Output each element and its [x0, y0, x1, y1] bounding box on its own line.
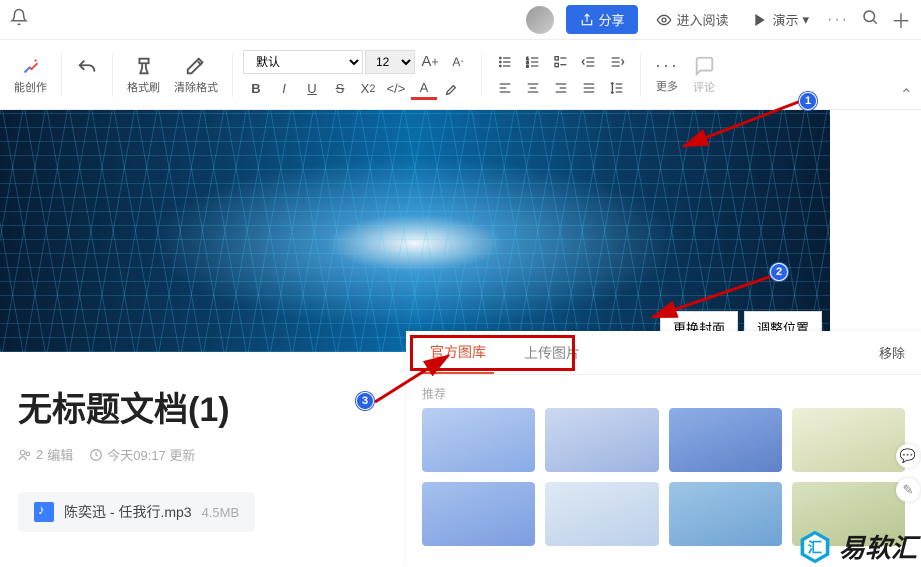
present-label: 演示	[772, 10, 798, 29]
numbered-list-button[interactable]: 123	[520, 51, 546, 73]
divider	[61, 53, 62, 97]
bell-icon[interactable]	[10, 8, 28, 31]
superscript-button[interactable]: X2	[355, 78, 381, 100]
gallery-thumb[interactable]	[669, 482, 782, 546]
float-comment-icon[interactable]: 💬	[896, 444, 920, 468]
gallery-thumb[interactable]	[545, 408, 658, 472]
plus-icon[interactable]: ＋	[891, 5, 911, 34]
annotation-red-box	[410, 335, 575, 371]
font-family-select[interactable]: 默认	[243, 50, 363, 74]
watermark: 汇 易软汇	[797, 528, 917, 565]
increase-font-button[interactable]: A+	[417, 51, 443, 73]
font-color-button[interactable]: A	[411, 78, 437, 100]
align-center-button[interactable]	[520, 77, 546, 99]
clear-format-label: 清除格式	[174, 79, 218, 95]
clear-format-button[interactable]: 清除格式	[170, 55, 222, 95]
attachment-size: 4.5MB	[202, 505, 240, 520]
attachment-card[interactable]: 陈奕迅 - 任我行.mp3 4.5MB	[18, 492, 255, 532]
indent-button[interactable]	[604, 51, 630, 73]
align-justify-button[interactable]	[576, 77, 602, 99]
divider	[232, 53, 233, 97]
format-painter-label: 格式刷	[127, 79, 160, 95]
enter-reading-button[interactable]: 进入阅读	[650, 6, 734, 33]
gallery-thumb[interactable]	[669, 408, 782, 472]
share-button[interactable]: 分享	[566, 5, 638, 34]
enter-reading-label: 进入阅读	[676, 10, 728, 29]
top-bar: 分享 进入阅读 演示 ▾ ··· ＋	[0, 0, 921, 40]
avatar[interactable]	[526, 6, 554, 34]
watermark-icon: 汇	[797, 529, 833, 565]
more-menu-icon[interactable]: ···	[827, 11, 849, 29]
code-button[interactable]: </>	[383, 78, 409, 100]
undo-button[interactable]	[72, 57, 102, 93]
updated-time: 今天09:17 更新	[89, 445, 195, 464]
present-button[interactable]: 演示 ▾	[746, 6, 815, 33]
float-edit-icon[interactable]: ✎	[896, 478, 920, 502]
annotation-badge-2: 2	[770, 263, 788, 281]
align-right-button[interactable]	[548, 77, 574, 99]
decrease-font-button[interactable]: A-	[445, 51, 471, 73]
thumbnail-grid	[406, 408, 921, 546]
remove-cover-link[interactable]: 移除	[879, 343, 905, 362]
search-icon[interactable]	[861, 8, 879, 31]
collapse-toolbar-icon[interactable]: ⌃	[900, 85, 913, 105]
highlight-button[interactable]	[439, 78, 465, 100]
share-label: 分享	[598, 10, 624, 29]
format-painter-button[interactable]: 格式刷	[123, 55, 164, 95]
underline-button[interactable]: U	[299, 78, 325, 100]
italic-button[interactable]: I	[271, 78, 297, 100]
line-height-button[interactable]	[604, 77, 630, 99]
chevron-down-icon: ▾	[802, 12, 809, 28]
gallery-thumb[interactable]	[545, 482, 658, 546]
annotation-badge-1: 1	[799, 92, 817, 110]
annotation-arrow-2	[645, 225, 785, 325]
bold-button[interactable]: B	[243, 78, 269, 100]
annotation-badge-3: 3	[356, 392, 374, 410]
divider	[640, 53, 641, 97]
svg-text:3: 3	[526, 63, 529, 68]
more-label: 更多	[656, 78, 678, 94]
divider	[481, 53, 482, 97]
gallery-thumb[interactable]	[792, 408, 905, 472]
gallery-thumb[interactable]	[422, 482, 535, 546]
outdent-button[interactable]	[576, 51, 602, 73]
font-size-select[interactable]: 12	[365, 50, 415, 74]
gallery-section-label: 推荐	[406, 375, 921, 408]
attachment-name: 陈奕迅 - 任我行.mp3	[64, 502, 192, 522]
music-file-icon	[34, 502, 54, 522]
smart-create-label: 能创作	[14, 79, 47, 95]
editors-info[interactable]: 2 编辑	[18, 445, 73, 464]
align-left-button[interactable]	[492, 77, 518, 99]
watermark-text: 易软汇	[839, 528, 917, 565]
side-float: 💬 ✎	[895, 444, 921, 502]
svg-text:汇: 汇	[808, 539, 822, 556]
divider	[112, 53, 113, 97]
annotation-arrow-1	[678, 43, 813, 153]
gallery-thumb[interactable]	[422, 408, 535, 472]
smart-create-button[interactable]: 能创作	[10, 55, 51, 95]
checklist-button[interactable]	[548, 51, 574, 73]
strikethrough-button[interactable]: S	[327, 78, 353, 100]
bullet-list-button[interactable]	[492, 51, 518, 73]
